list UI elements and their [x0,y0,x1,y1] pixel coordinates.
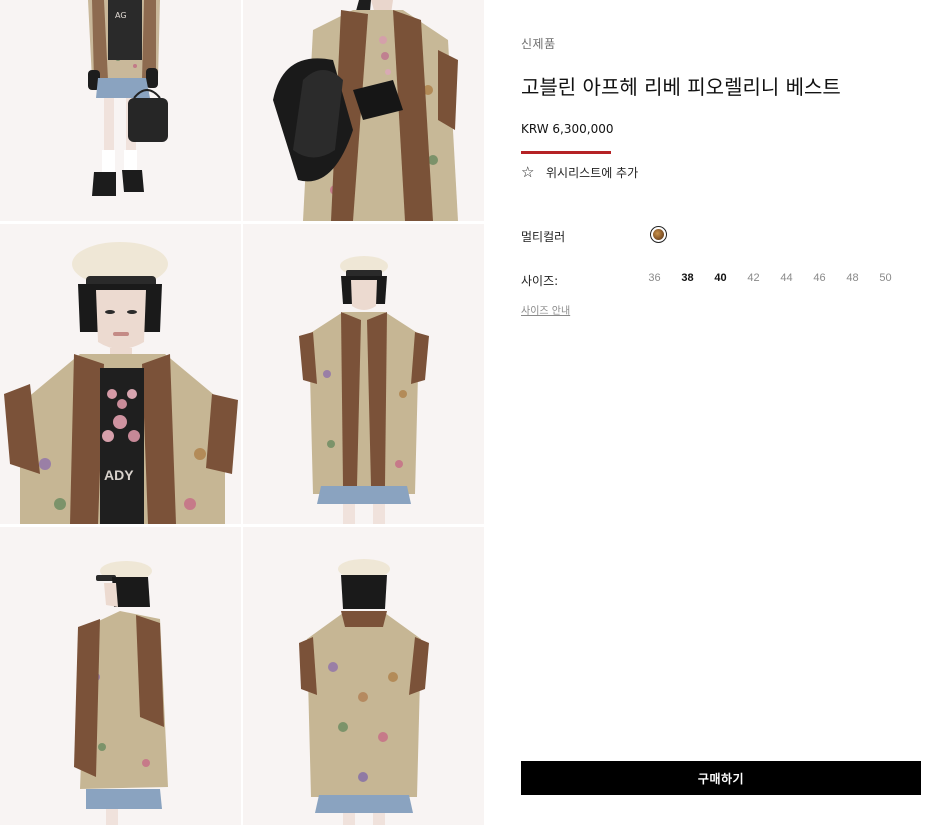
gallery-image-2[interactable] [243,0,484,221]
new-arrival-badge: 신제품 [521,37,556,51]
color-swatch-multicolor[interactable] [650,226,667,243]
model-side-image [0,527,241,825]
product-details-panel: 신제품 고블린 아프헤 리베 피오렐리니 베스트 KRW 6,300,000 ☆… [521,0,921,825]
size-option-50[interactable]: 50 [869,272,902,284]
product-gallery: AG ADY [0,0,484,825]
size-option-42[interactable]: 42 [737,272,770,284]
gallery-image-5[interactable] [0,527,241,825]
product-title: 고블린 아프헤 리베 피오렐리니 베스트 [521,75,841,99]
gallery-image-6[interactable] [243,527,484,825]
size-option-48[interactable]: 48 [836,272,869,284]
add-to-wishlist-button[interactable]: ☆ 위시리스트에 추가 [521,162,638,182]
wishlist-label: 위시리스트에 추가 [546,165,639,180]
gallery-image-3[interactable]: ADY [0,224,241,524]
size-label: 사이즈: [521,274,559,288]
size-guide-link[interactable]: 사이즈 안내 [521,302,570,317]
star-outline-icon: ☆ [521,162,535,181]
model-back-image [243,527,484,825]
model-front-image [243,224,484,524]
product-price: KRW 6,300,000 [521,122,614,136]
gallery-image-1[interactable]: AG [0,0,241,221]
size-option-44[interactable]: 44 [770,272,803,284]
color-label: 멀티컬러 [521,230,566,244]
size-selector: 36 38 40 42 44 46 48 50 [638,272,902,284]
model-handbag-closeup-image [243,0,484,221]
color-swatch-fill [653,229,664,240]
size-option-46[interactable]: 46 [803,272,836,284]
price-accent-bar [521,151,611,154]
shirt-print-text: AG [115,11,127,20]
shirt-print-text: ADY [104,467,134,483]
buy-button[interactable]: 구매하기 [521,761,921,795]
model-full-front-image: AG [0,0,241,221]
size-option-38[interactable]: 38 [671,272,704,284]
gallery-image-4[interactable] [243,224,484,524]
size-option-36[interactable]: 36 [638,272,671,284]
model-portrait-image: ADY [0,224,241,524]
size-option-40[interactable]: 40 [704,272,737,284]
